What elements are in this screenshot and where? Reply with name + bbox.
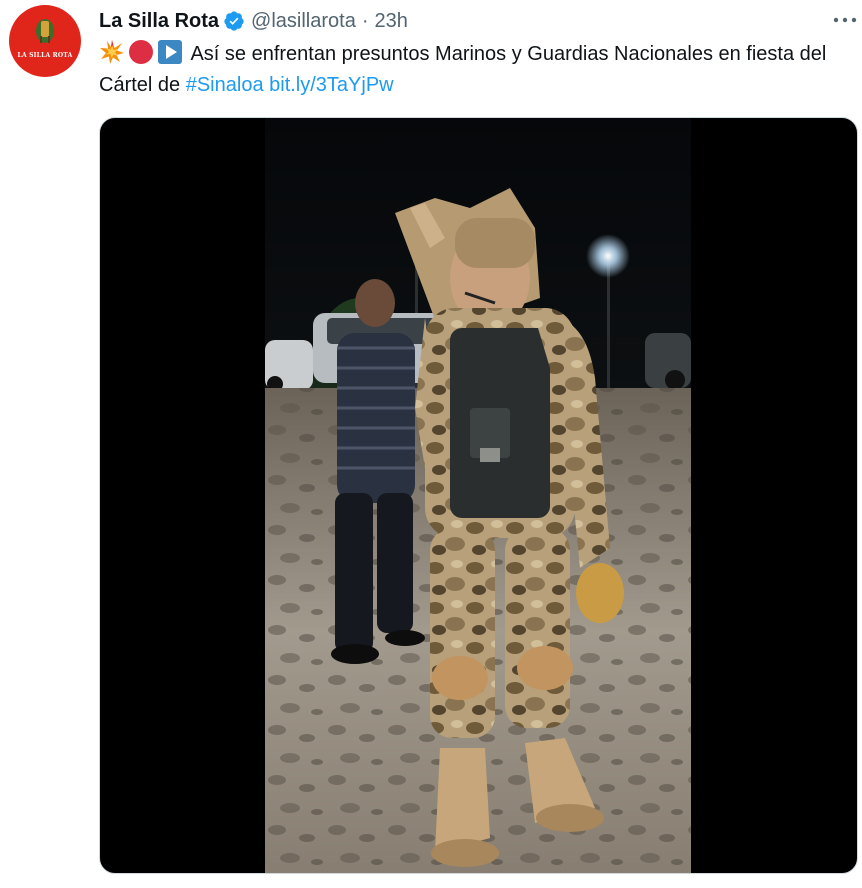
url-link[interactable]: bit.ly/3TaYjPw — [269, 74, 394, 96]
verified-badge-icon — [224, 11, 244, 31]
video-player[interactable] — [99, 117, 858, 874]
collision-emoji — [100, 40, 124, 64]
avatar-brand-text: LA SILLA ROTA — [17, 52, 73, 59]
video-frame[interactable] — [265, 118, 691, 873]
chair-logo-icon — [36, 19, 54, 43]
tweet-timestamp[interactable]: 23h — [375, 10, 408, 33]
tweet-header: La Silla Rota @lasillarota · 23h — [99, 8, 408, 34]
tweet[interactable]: LA SILLA ROTA La Silla Rota @lasillarota… — [0, 0, 862, 888]
hashtag-link[interactable]: #Sinaloa — [186, 74, 264, 96]
tweet-text: Así se enfrentan presuntos Marinos y Gua… — [99, 39, 839, 101]
red-circle-emoji — [129, 40, 153, 64]
header-separator: · — [361, 9, 369, 32]
play-button-emoji — [158, 40, 182, 64]
avatar[interactable]: LA SILLA ROTA — [9, 5, 81, 77]
video-still-image — [265, 118, 691, 873]
more-options-icon[interactable] — [832, 12, 858, 28]
author-handle[interactable]: @lasillarota — [251, 10, 356, 33]
author-name[interactable]: La Silla Rota — [99, 10, 219, 33]
